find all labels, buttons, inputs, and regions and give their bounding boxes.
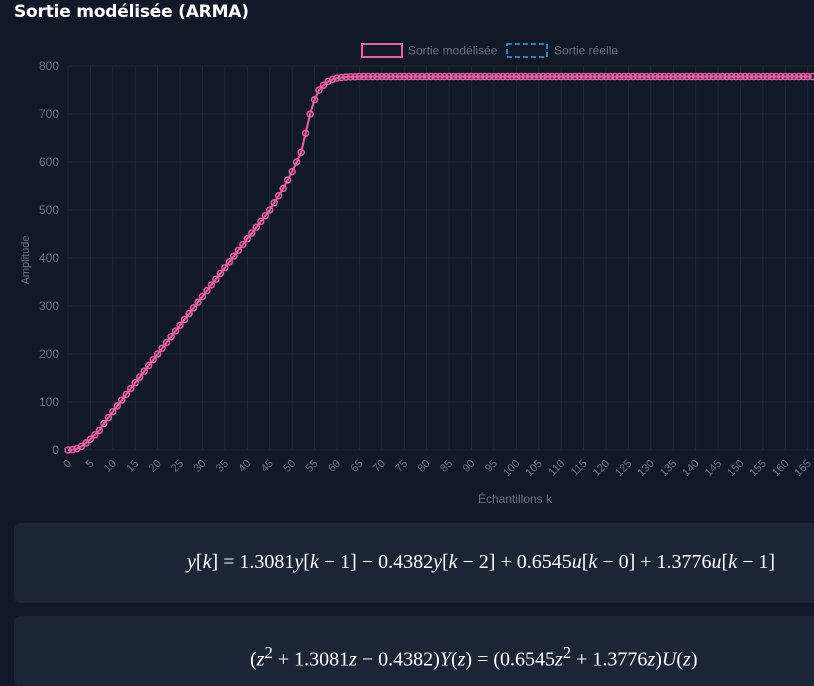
x-tick-label: 125	[613, 458, 634, 479]
x-tick-label: 0	[61, 458, 74, 471]
x-tick-label: 30	[191, 458, 208, 475]
x-axis-label: Échantillons k	[478, 491, 553, 506]
legend-swatch-modeled[interactable]	[361, 43, 403, 58]
x-tick-label: 160	[770, 458, 791, 479]
legend-swatch-real[interactable]	[506, 43, 548, 58]
x-tick-label: 90	[460, 458, 477, 475]
x-tick-label: 85	[438, 458, 455, 475]
x-tick-label: 65	[348, 458, 365, 475]
x-tick-label: 130	[635, 458, 656, 479]
x-tick-label: 35	[214, 458, 231, 475]
legend-label-modeled[interactable]: Sortie modélisée	[408, 44, 498, 58]
y-tick-label: 800	[39, 59, 59, 73]
x-tick-label: 105	[523, 458, 544, 479]
x-tick-label: 110	[546, 458, 567, 479]
x-tick-label: 150	[725, 458, 746, 479]
x-tick-label: 155	[748, 458, 769, 479]
x-tick-label: 60	[326, 458, 343, 475]
y-tick-label: 100	[39, 395, 59, 409]
legend-label-real[interactable]: Sortie réelle	[554, 44, 618, 58]
x-tick-label: 135	[658, 458, 679, 479]
x-tick-label: 120	[591, 458, 612, 479]
x-tick-label: 95	[483, 458, 500, 475]
transfer-equation-card: (z2 + 1.3081z − 0.4382)Y(z) = (0.6545z2 …	[14, 616, 814, 686]
x-tick-label: 140	[680, 458, 701, 479]
y-axis-ticks: 0 100 200 300 400 500 600 700 800	[39, 59, 59, 457]
series-modeled	[64, 72, 814, 454]
x-tick-label: 40	[236, 458, 253, 475]
x-tick-label: 100	[501, 458, 522, 479]
y-tick-label: 600	[39, 155, 59, 169]
x-tick-label: 165	[792, 458, 813, 479]
x-tick-label: 5	[84, 458, 97, 471]
x-tick-label: 80	[416, 458, 433, 475]
x-tick-label: 10	[102, 458, 119, 475]
legend[interactable]: Sortie modélisée Sortie réelle	[361, 43, 618, 58]
y-tick-label: 400	[39, 251, 59, 265]
difference-equation: y[k] = 1.3081y[k − 1] − 0.4382y[k − 2] +…	[187, 551, 776, 573]
x-tick-label: 115	[569, 458, 590, 479]
y-tick-label: 700	[39, 107, 59, 121]
x-tick-label: 55	[304, 458, 321, 475]
x-tick-label: 75	[393, 458, 410, 475]
y-axis-label: Amplitude	[20, 236, 32, 285]
x-tick-label: 25	[169, 458, 186, 475]
y-tick-label: 0	[52, 443, 59, 457]
difference-equation-card: y[k] = 1.3081y[k − 1] − 0.4382y[k − 2] +…	[14, 523, 814, 603]
x-tick-label: 145	[703, 458, 724, 479]
x-axis-ticks: 0 5 10 15 20 25 30 35 40 45 50 55 60 65 70 75 80 85 90 95 10…	[61, 458, 814, 479]
x-tick-label: 50	[281, 458, 298, 475]
chart-grid	[67, 65, 814, 451]
x-tick-label: 15	[124, 458, 141, 475]
y-tick-label: 500	[39, 203, 59, 217]
transfer-equation: (z2 + 1.3081z − 0.4382)Y(z) = (0.6545z2 …	[250, 643, 698, 671]
y-tick-label: 300	[39, 299, 59, 313]
arma-output-chart: 0100200300400500600700800 0 5 10 15 20 25 30 35…	[20, 43, 814, 506]
x-tick-label: 20	[147, 458, 164, 475]
x-tick-label: 45	[259, 458, 276, 475]
y-tick-label: 200	[39, 347, 59, 361]
x-tick-label: 70	[371, 458, 388, 475]
